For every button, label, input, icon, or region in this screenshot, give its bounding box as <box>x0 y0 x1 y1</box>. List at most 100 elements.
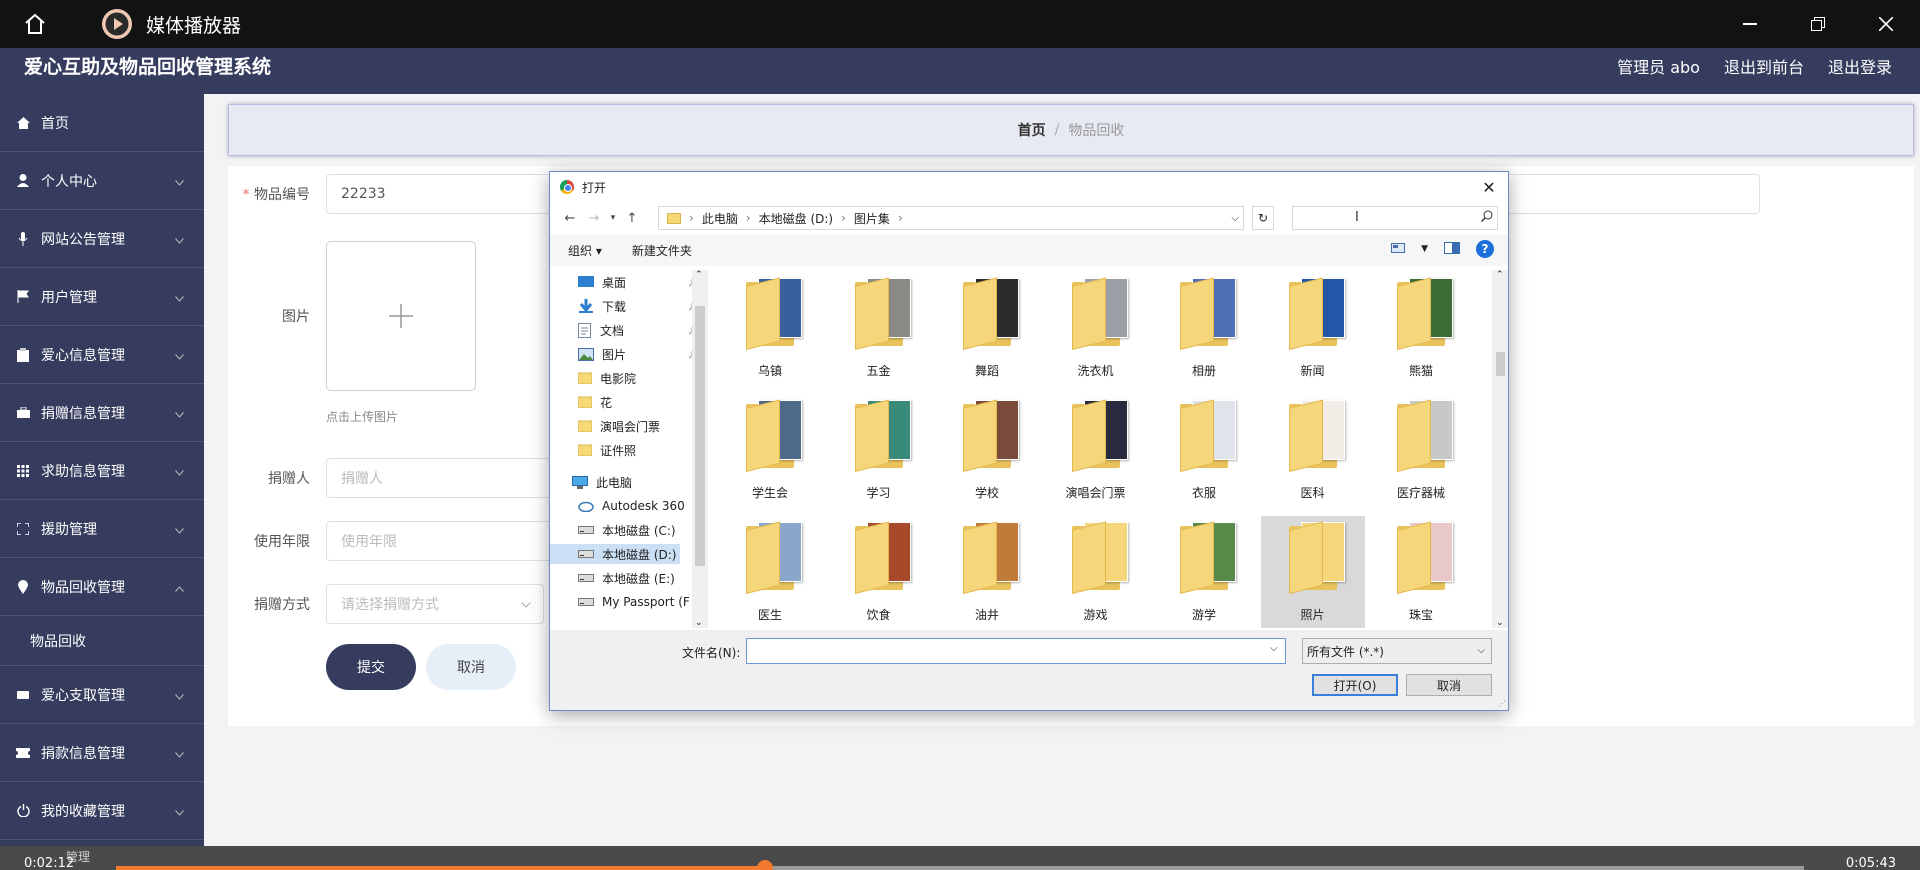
scroll-up-icon[interactable]: ⌃ <box>1496 270 1504 280</box>
folder-tile[interactable]: 洗衣机 <box>1044 272 1148 390</box>
folder-tile[interactable]: 医生 <box>718 516 822 628</box>
file-scroll-thumb[interactable] <box>1496 352 1505 376</box>
sidebar-item-home[interactable]: 首页 <box>0 94 204 152</box>
nav-item-id-photo[interactable]: 证件照 <box>578 440 708 460</box>
sidebar-item-favorites[interactable]: 我的收藏管理 <box>0 782 204 840</box>
sidebar-item-love-info[interactable]: 爱心信息管理 <box>0 326 204 384</box>
breadcrumb-home[interactable]: 首页 <box>1018 120 1046 140</box>
scroll-up-icon[interactable]: ⌃ <box>695 270 703 280</box>
folder-tile[interactable]: 珠宝 <box>1369 516 1473 628</box>
dialog-search-input[interactable]: I <box>1292 206 1498 230</box>
nav-item-drive-e[interactable]: 本地磁盘 (E:) <box>578 568 708 588</box>
sidebar-item-withdrawal[interactable]: 爱心支取管理 <box>0 666 204 724</box>
nav-item-desktop[interactable]: 桌面📌︎ <box>578 272 708 292</box>
folder-tile[interactable]: 乌镇 <box>718 272 822 390</box>
folder-tile[interactable]: 新闻 <box>1261 272 1365 390</box>
nav-item-drive-c[interactable]: 本地磁盘 (C:) <box>578 520 708 540</box>
address-dropdown-icon[interactable]: ⌵ <box>1231 213 1239 224</box>
folder-tile[interactable]: 油井 <box>935 516 1039 628</box>
view-options-icon[interactable] <box>1391 242 1406 256</box>
filetype-select[interactable]: 所有文件 (*.*) ⌵ <box>1302 638 1492 664</box>
seek-track[interactable] <box>116 860 1804 870</box>
sidebar-item-donation[interactable]: 捐赠信息管理 <box>0 384 204 442</box>
logout-link[interactable]: 退出登录 <box>1828 54 1892 78</box>
folder-tile[interactable]: 学校 <box>935 394 1039 512</box>
image-upload-button[interactable] <box>326 241 476 391</box>
cancel-button[interactable]: 取消 <box>426 644 516 690</box>
folder-tile[interactable]: 医疗器械 <box>1369 394 1473 512</box>
sidebar-item-personal[interactable]: 个人中心 <box>0 152 204 210</box>
resize-grip-icon[interactable]: ⋰ <box>1498 699 1506 708</box>
preview-pane-icon[interactable] <box>1444 241 1460 257</box>
method-select[interactable]: 请选择捐赠方式 <box>326 584 544 624</box>
up-arrow-icon[interactable]: ↑ <box>620 211 644 226</box>
nav-item-drive-d[interactable]: 本地磁盘 (D:) <box>550 544 680 564</box>
dialog-close-icon[interactable]: ✕ <box>1476 174 1502 200</box>
help-icon[interactable]: ? <box>1476 240 1494 258</box>
nav-pane-scrollbar[interactable]: ⌃ ⌄ <box>692 270 708 628</box>
nav-item-this-pc[interactable]: 此电脑 <box>572 472 702 492</box>
flag-icon <box>16 290 30 304</box>
back-arrow-icon[interactable]: ← <box>558 211 582 226</box>
nav-item-label: 桌面 <box>602 275 627 290</box>
folder-tile[interactable]: 舞蹈 <box>935 272 1039 390</box>
scroll-down-icon[interactable]: ⌄ <box>1496 618 1504 628</box>
folder-tile[interactable]: 医科 <box>1261 394 1365 512</box>
filename-input[interactable] <box>746 638 1286 664</box>
address-segment[interactable]: 此电脑 <box>702 210 738 227</box>
home-icon[interactable] <box>18 7 52 41</box>
sidebar-item-announcement[interactable]: 网站公告管理 <box>0 210 204 268</box>
folder-tile[interactable]: 学习 <box>827 394 931 512</box>
nav-scroll-thumb[interactable] <box>695 306 705 566</box>
open-button[interactable]: 打开(O) <box>1312 674 1398 696</box>
nav-item-downloads[interactable]: 下载📌︎ <box>578 296 708 316</box>
folder-tile[interactable]: 游学 <box>1152 516 1256 628</box>
view-dropdown-icon[interactable]: ▼ <box>1421 244 1428 254</box>
address-segment[interactable]: 图片集 <box>854 210 890 227</box>
sidebar-item-aid[interactable]: 援助管理 <box>0 500 204 558</box>
admin-user-link[interactable]: 管理员 abo <box>1617 54 1700 78</box>
sidebar-item-help-request[interactable]: 求助信息管理 <box>0 442 204 500</box>
folder-tile[interactable]: 相册 <box>1152 272 1256 390</box>
address-segment[interactable]: 本地磁盘 (D:) <box>759 210 833 227</box>
nav-item-flower[interactable]: 花 <box>578 392 708 412</box>
folder-tile[interactable]: 演唱会门票 <box>1044 394 1148 512</box>
sidebar-item-fund[interactable]: 捐款信息管理 <box>0 724 204 782</box>
folder-flap <box>854 521 889 594</box>
folder-tile[interactable]: 照片 <box>1260 516 1365 628</box>
folder-tile[interactable]: 游戏 <box>1044 516 1148 628</box>
new-folder-button[interactable]: 新建文件夹 <box>632 242 692 259</box>
file-grid-scrollbar[interactable]: ⌃ ⌄ <box>1492 270 1508 628</box>
folder-tile[interactable]: 五金 <box>827 272 931 390</box>
nav-item-autodesk[interactable]: Autodesk 360 <box>578 496 708 516</box>
back-to-front-link[interactable]: 退出到前台 <box>1724 54 1804 78</box>
sidebar-item-recycle[interactable]: 物品回收管理 <box>0 558 204 616</box>
refresh-icon[interactable]: ↻ <box>1252 206 1274 230</box>
minimize-icon[interactable] <box>1716 0 1784 48</box>
nav-item-cinema[interactable]: 电影院 <box>578 368 708 388</box>
scroll-down-icon[interactable]: ⌄ <box>695 618 703 628</box>
close-icon[interactable] <box>1852 0 1920 48</box>
organize-button[interactable]: 组织 ▾ <box>568 242 602 259</box>
forward-arrow-icon[interactable]: → <box>582 211 606 226</box>
submit-button[interactable]: 提交 <box>326 644 416 690</box>
folder-tile[interactable]: 饮食 <box>827 516 931 628</box>
nav-item-pictures[interactable]: 图片📌︎ <box>578 344 708 364</box>
sidebar-subitem-recycle[interactable]: 物品回收 <box>0 616 204 666</box>
folder-flap <box>963 277 997 350</box>
seek-handle[interactable] <box>757 860 774 870</box>
filename-dropdown-icon[interactable]: ⌵ <box>1270 643 1278 654</box>
nav-item-passport[interactable]: My Passport (F <box>578 592 708 612</box>
address-bar[interactable]: › 此电脑 › 本地磁盘 (D:) › 图片集 › ⌵ <box>658 206 1244 230</box>
sidebar-item-users[interactable]: 用户管理 <box>0 268 204 326</box>
nav-item-label: 电影院 <box>600 371 637 386</box>
nav-item-documents[interactable]: 文档📌︎ <box>578 320 708 340</box>
dialog-cancel-button[interactable]: 取消 <box>1406 674 1492 696</box>
restore-icon[interactable] <box>1784 0 1852 48</box>
nav-item-concert[interactable]: 演唱会门票 <box>578 416 708 436</box>
folder-tile[interactable]: 学生会 <box>718 394 822 512</box>
folder-tile[interactable]: 熊猫 <box>1369 272 1473 390</box>
folder-tile[interactable]: 衣服 <box>1152 394 1256 512</box>
image-label: 图片 <box>282 309 310 325</box>
recent-dropdown-icon[interactable]: ▾ <box>606 213 620 223</box>
